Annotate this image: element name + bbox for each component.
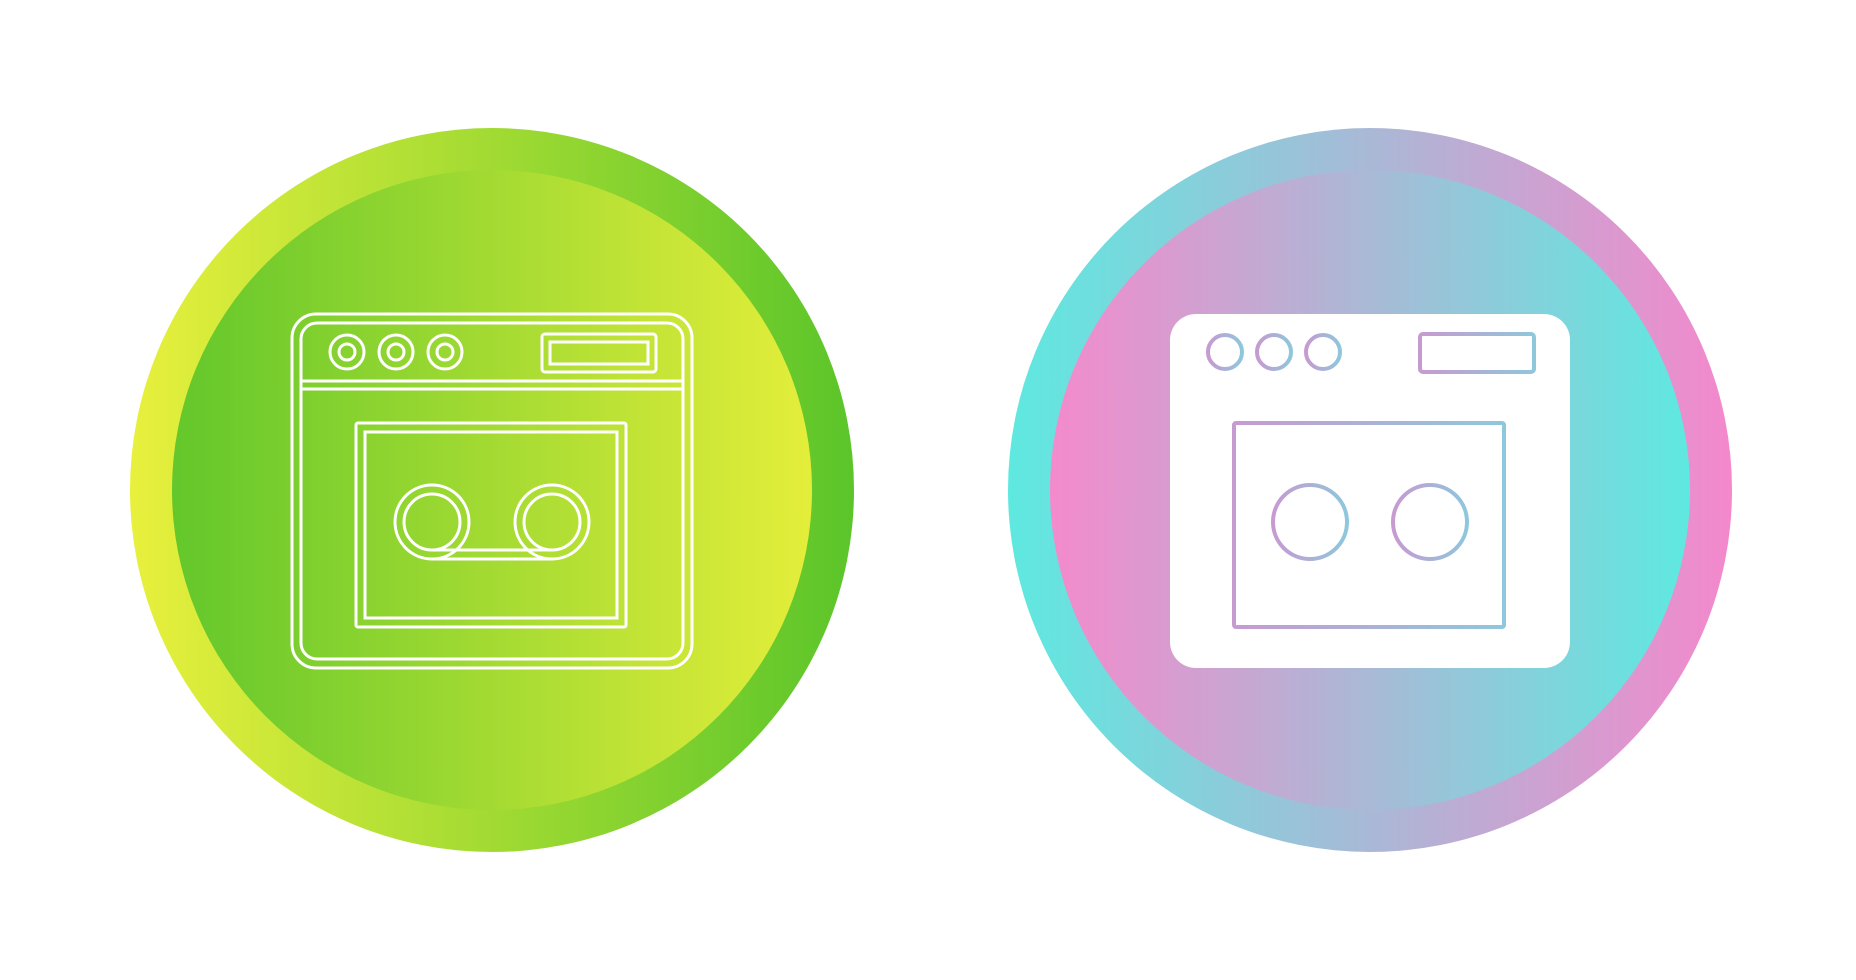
- voicemail-browser-icon-filled: [1008, 128, 1732, 852]
- inner-disc: [172, 170, 812, 810]
- icon-pair-canvas: [130, 128, 1732, 852]
- voicemail-browser-icon-line: [130, 128, 854, 852]
- browser-window-icon: [1170, 314, 1570, 668]
